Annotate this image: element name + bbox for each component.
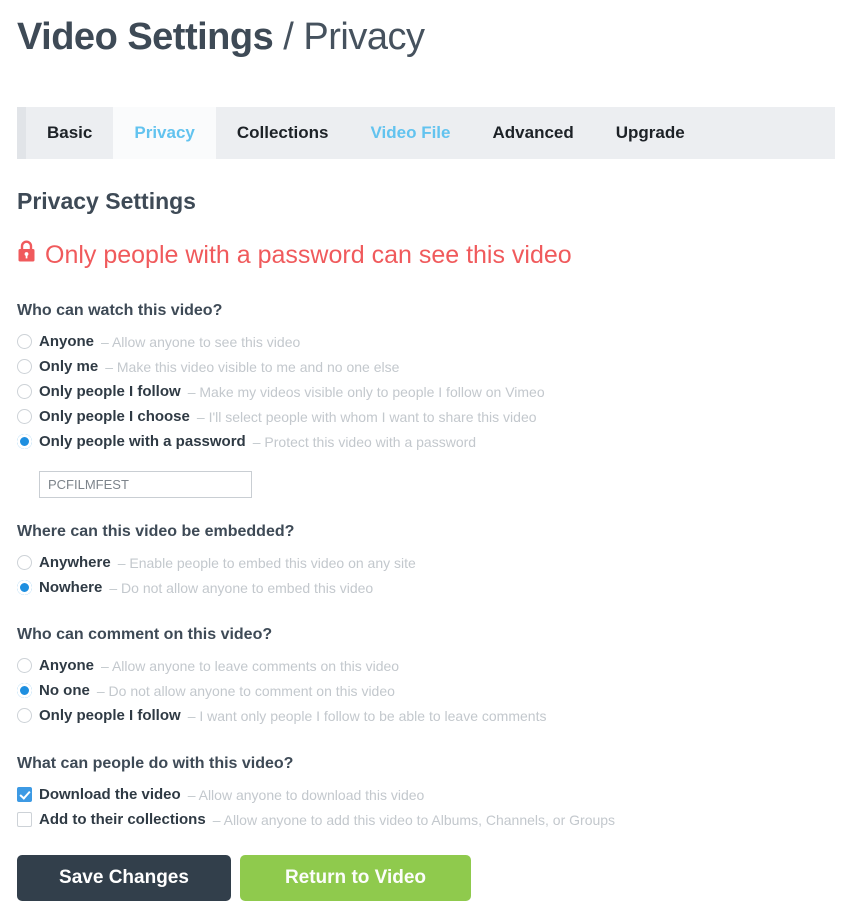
checkbox-row-add-to-collections[interactable]: Add to their collections – Allow anyone … (17, 807, 615, 832)
page-title-light: / Privacy (273, 16, 425, 58)
radio-desc-watch-people-i-follow: – Make my videos visible only to people … (187, 383, 545, 400)
radio-label-embed-anywhere: Anywhere (39, 554, 111, 571)
radio-icon-watch-only-me[interactable] (17, 359, 32, 374)
video-settings-privacy-page: Video Settings / Privacy Basic Privacy C… (0, 0, 859, 916)
page-title: Video Settings / Privacy (17, 14, 425, 60)
group-what-can-people-do: What can people do with this video? Down… (17, 755, 615, 832)
radio-label-watch-anyone: Anyone (39, 333, 95, 350)
group-where-embedded: Where can this video be embedded? Anywhe… (17, 523, 416, 600)
checkbox-icon-add-to-collections[interactable] (17, 812, 32, 827)
tab-upgrade[interactable]: Upgrade (595, 107, 706, 159)
radio-desc-embed-anywhere: – Enable people to embed this video on a… (117, 554, 416, 571)
radio-row-comment-people-i-follow[interactable]: Only people I follow – I want only peopl… (17, 703, 546, 728)
tab-collections[interactable]: Collections (216, 107, 350, 159)
radio-row-comment-no-one[interactable]: No one – Do not allow anyone to comment … (17, 678, 546, 703)
video-password-input[interactable] (39, 471, 252, 498)
radio-desc-comment-anyone: – Allow anyone to leave comments on this… (101, 657, 400, 674)
checkbox-label-download-video: Download the video (39, 786, 181, 803)
group-label-who-can-comment: Who can comment on this video? (17, 626, 273, 643)
checkbox-desc-add-to-collections: – Allow anyone to add this video to Albu… (212, 811, 616, 828)
radio-icon-embed-nowhere[interactable] (17, 580, 32, 595)
group-who-can-comment: Who can comment on this video? Anyone – … (17, 626, 546, 728)
radio-label-watch-people-i-follow: Only people I follow (39, 383, 181, 400)
radio-desc-embed-nowhere: – Do not allow anyone to embed this vide… (109, 579, 374, 596)
tab-advanced[interactable]: Advanced (472, 107, 595, 159)
radio-row-watch-password[interactable]: Only people with a password – Protect th… (17, 429, 545, 454)
save-changes-button[interactable]: Save Changes (17, 855, 231, 901)
radio-row-watch-only-me[interactable]: Only me – Make this video visible to me … (17, 354, 545, 379)
tab-privacy[interactable]: Privacy (113, 107, 216, 159)
radio-icon-embed-anywhere[interactable] (17, 555, 32, 570)
group-label-who-can-watch: Who can watch this video? (17, 302, 223, 319)
radio-icon-watch-people-i-choose[interactable] (17, 409, 32, 424)
checkbox-desc-download-video: – Allow anyone to download this video (187, 786, 425, 803)
radio-label-embed-nowhere: Nowhere (39, 579, 103, 596)
tab-basic[interactable]: Basic (26, 107, 113, 159)
privacy-status-line: Only people with a password can see this… (17, 240, 572, 270)
checkbox-label-add-to-collections: Add to their collections (39, 811, 206, 828)
page-title-strong: Video Settings (17, 16, 274, 58)
radio-row-watch-people-i-follow[interactable]: Only people I follow – Make my videos vi… (17, 379, 545, 404)
radio-label-watch-people-i-choose: Only people I choose (39, 408, 190, 425)
radio-icon-watch-password[interactable] (17, 434, 32, 449)
radio-row-watch-people-i-choose[interactable]: Only people I choose – I'll select peopl… (17, 404, 545, 429)
group-label-where-embedded: Where can this video be embedded? (17, 523, 295, 540)
return-to-video-button[interactable]: Return to Video (240, 855, 471, 901)
radio-label-watch-only-me: Only me (39, 358, 99, 375)
radio-label-comment-people-i-follow: Only people I follow (39, 707, 181, 724)
settings-tabbar: Basic Privacy Collections Video File Adv… (17, 107, 835, 159)
radio-icon-watch-anyone[interactable] (17, 334, 32, 349)
tabbar-left-edge (17, 107, 26, 159)
group-who-can-watch: Who can watch this video? Anyone – Allow… (17, 302, 545, 454)
radio-icon-comment-people-i-follow[interactable] (17, 708, 32, 723)
radio-desc-comment-people-i-follow: – I want only people I follow to be able… (187, 707, 547, 724)
group-label-what-can-people-do: What can people do with this video? (17, 755, 294, 772)
radio-row-embed-nowhere[interactable]: Nowhere – Do not allow anyone to embed t… (17, 575, 416, 600)
radio-icon-watch-people-i-follow[interactable] (17, 384, 32, 399)
radio-label-comment-no-one: No one (39, 682, 90, 699)
radio-desc-watch-people-i-choose: – I'll select people with whom I want to… (196, 408, 537, 425)
radio-label-watch-password: Only people with a password (39, 433, 246, 450)
radio-label-comment-anyone: Anyone (39, 657, 95, 674)
lock-icon (17, 240, 36, 270)
checkbox-row-download-video[interactable]: Download the video – Allow anyone to dow… (17, 782, 615, 807)
radio-row-watch-anyone[interactable]: Anyone – Allow anyone to see this video (17, 329, 545, 354)
tab-video-file[interactable]: Video File (350, 107, 472, 159)
radio-desc-watch-password: – Protect this video with a password (252, 433, 477, 450)
radio-icon-comment-anyone[interactable] (17, 658, 32, 673)
radio-desc-watch-only-me: – Make this video visible to me and no o… (105, 358, 400, 375)
page-section-title: Privacy Settings (17, 188, 196, 214)
radio-row-comment-anyone[interactable]: Anyone – Allow anyone to leave comments … (17, 653, 546, 678)
radio-icon-comment-no-one[interactable] (17, 683, 32, 698)
checkbox-icon-download-video[interactable] (17, 787, 32, 802)
radio-desc-comment-no-one: – Do not allow anyone to comment on this… (96, 682, 395, 699)
privacy-status-text: Only people with a password can see this… (45, 240, 572, 269)
radio-desc-watch-anyone: – Allow anyone to see this video (101, 333, 301, 350)
radio-row-embed-anywhere[interactable]: Anywhere – Enable people to embed this v… (17, 550, 416, 575)
